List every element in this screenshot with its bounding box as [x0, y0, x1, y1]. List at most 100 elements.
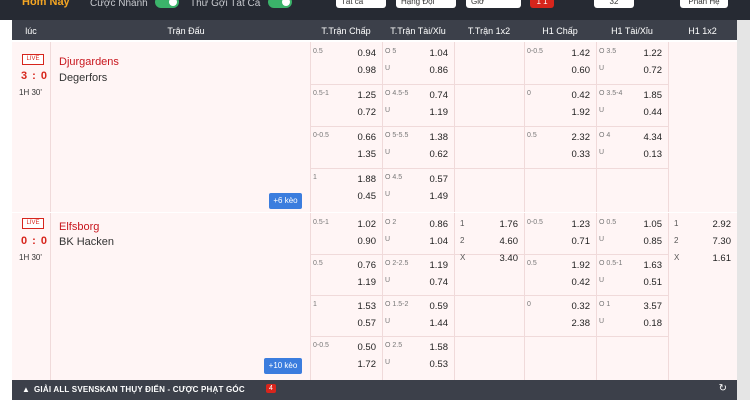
- odds-value-away[interactable]: 0.44: [644, 107, 663, 118]
- view-mode-button[interactable]: Phân Hệ: [680, 0, 728, 8]
- odds-value-away[interactable]: 0.53: [430, 359, 449, 370]
- odds-cell-h1-ou[interactable]: [596, 168, 668, 210]
- outcome-ft-1x2[interactable]: 2 4.60: [454, 236, 524, 250]
- odds-cell-h1-ou[interactable]: [596, 336, 668, 377]
- odds-value-home[interactable]: 1.92: [572, 260, 591, 271]
- league-select[interactable]: Hạng Đội: [396, 0, 456, 8]
- odds-value-away[interactable]: 0.45: [358, 191, 377, 202]
- odds-value-home[interactable]: 1.05: [644, 219, 663, 230]
- odds-value-away[interactable]: 0.51: [644, 277, 663, 288]
- odds-value-home[interactable]: 0.50: [358, 342, 377, 353]
- odds-value-away[interactable]: 0.13: [644, 149, 663, 160]
- odds-value-away[interactable]: 0.85: [644, 236, 663, 247]
- outcome-odds[interactable]: 2.92: [713, 219, 732, 230]
- outcome-odds[interactable]: 1.76: [500, 219, 519, 230]
- odds-value-away[interactable]: 0.60: [572, 65, 591, 76]
- outcome-odds[interactable]: 7.30: [713, 236, 732, 247]
- odds-cell-ft-hdp[interactable]: 0.5-1 1.25 0.72: [310, 84, 382, 126]
- outcome-odds[interactable]: 3.40: [500, 253, 519, 264]
- odds-cell-h1-hdp[interactable]: 0.5 2.32 0.33: [524, 126, 596, 168]
- odds-value-home[interactable]: 0.57: [430, 174, 449, 185]
- outcome-h1-1x2[interactable]: X 1.61: [668, 253, 737, 267]
- outcome-h1-1x2[interactable]: 2 7.30: [668, 236, 737, 250]
- odds-value-home[interactable]: 1.22: [644, 48, 663, 59]
- odds-cell-ft-hdp[interactable]: 1 1.53 0.57: [310, 295, 382, 336]
- odds-value-home[interactable]: 1.38: [430, 132, 449, 143]
- odds-value-home[interactable]: 1.19: [430, 260, 449, 271]
- odds-cell-h1-hdp[interactable]: [524, 336, 596, 377]
- more-odds-button[interactable]: +6 kèo: [269, 193, 302, 209]
- odds-cell-h1-hdp[interactable]: 0 0.32 2.38: [524, 295, 596, 336]
- outcome-h1-1x2[interactable]: 1 2.92: [668, 219, 737, 233]
- odds-value-home[interactable]: 0.32: [572, 301, 591, 312]
- live-count-button[interactable]: 1 1: [530, 0, 554, 8]
- odds-value-away[interactable]: 0.18: [644, 318, 663, 329]
- odds-cell-ft-ou[interactable]: O 2-2.5 1.19 0.74 U: [382, 254, 454, 295]
- odds-cell-ft-hdp[interactable]: 1 1.88 0.45: [310, 168, 382, 210]
- odds-value-away[interactable]: 0.72: [644, 65, 663, 76]
- odds-value-away[interactable]: 0.86: [430, 65, 449, 76]
- odds-value-away[interactable]: 1.44: [430, 318, 449, 329]
- odds-cell-ft-ou[interactable]: O 4.5-5 0.74 1.19 U: [382, 84, 454, 126]
- odds-value-home[interactable]: 1.02: [358, 219, 377, 230]
- quick-bet-toggle[interactable]: [155, 0, 179, 8]
- odds-value-home[interactable]: 0.59: [430, 301, 449, 312]
- odds-value-away[interactable]: 2.38: [572, 318, 591, 329]
- odds-cell-ft-ou[interactable]: O 1.5-2 0.59 1.44 U: [382, 295, 454, 336]
- away-team[interactable]: BK Hacken: [59, 236, 114, 248]
- odds-value-home[interactable]: 1.04: [430, 48, 449, 59]
- odds-value-home[interactable]: 1.88: [358, 174, 377, 185]
- odds-value-home[interactable]: 0.74: [430, 90, 449, 101]
- odds-cell-h1-ou[interactable]: O 3.5 1.22 0.72 U: [596, 42, 668, 84]
- more-odds-button[interactable]: +10 kèo: [264, 358, 302, 374]
- count-button[interactable]: 32: [594, 0, 634, 8]
- odds-value-home[interactable]: 1.23: [572, 219, 591, 230]
- away-team[interactable]: Degerfors: [59, 72, 107, 84]
- odds-cell-ft-ou[interactable]: O 2 0.86 1.04 U: [382, 213, 454, 254]
- odds-cell-h1-ou[interactable]: O 4 4.34 0.13 U: [596, 126, 668, 168]
- odds-value-away[interactable]: 0.90: [358, 236, 377, 247]
- odds-value-away[interactable]: 0.62: [430, 149, 449, 160]
- outcome-odds[interactable]: 4.60: [500, 236, 519, 247]
- odds-value-home[interactable]: 3.57: [644, 301, 663, 312]
- odds-value-away[interactable]: 1.72: [358, 359, 377, 370]
- odds-cell-ft-hdp[interactable]: 0.5 0.94 0.98: [310, 42, 382, 84]
- odds-value-away[interactable]: 0.98: [358, 65, 377, 76]
- odds-value-away[interactable]: 1.35: [358, 149, 377, 160]
- odds-value-away[interactable]: 0.57: [358, 318, 377, 329]
- scrollbar-track[interactable]: [737, 20, 750, 380]
- odds-value-home[interactable]: 0.42: [572, 90, 591, 101]
- odds-cell-h1-hdp[interactable]: 0-0.5 1.42 0.60: [524, 42, 596, 84]
- odds-cell-h1-hdp[interactable]: 0.5 1.92 0.42: [524, 254, 596, 295]
- outcome-ft-1x2[interactable]: 1 1.76: [454, 219, 524, 233]
- odds-value-away[interactable]: 1.19: [358, 277, 377, 288]
- odds-cell-ft-hdp[interactable]: 0-0.5 0.66 1.35: [310, 126, 382, 168]
- odds-cell-ft-ou[interactable]: O 5-5.5 1.38 0.62 U: [382, 126, 454, 168]
- time-select[interactable]: Giờ: [466, 0, 521, 8]
- odds-cell-ft-ou[interactable]: O 4.5 0.57 1.49 U: [382, 168, 454, 210]
- odds-value-home[interactable]: 4.34: [644, 132, 663, 143]
- odds-value-home[interactable]: 1.63: [644, 260, 663, 271]
- odds-value-home[interactable]: 0.76: [358, 260, 377, 271]
- odds-cell-ft-hdp[interactable]: 0.5-1 1.02 0.90: [310, 213, 382, 254]
- odds-value-away[interactable]: 1.49: [430, 191, 449, 202]
- chevron-up-icon[interactable]: ▲: [22, 385, 30, 394]
- odds-value-home[interactable]: 1.42: [572, 48, 591, 59]
- odds-cell-ft-ou[interactable]: O 2.5 1.58 0.53 U: [382, 336, 454, 377]
- odds-value-away[interactable]: 0.33: [572, 149, 591, 160]
- odds-value-home[interactable]: 1.85: [644, 90, 663, 101]
- odds-cell-h1-hdp[interactable]: [524, 168, 596, 210]
- odds-value-home[interactable]: 0.86: [430, 219, 449, 230]
- odds-value-home[interactable]: 1.25: [358, 90, 377, 101]
- odds-value-home[interactable]: 1.58: [430, 342, 449, 353]
- odds-value-home[interactable]: 2.32: [572, 132, 591, 143]
- home-team[interactable]: Elfsborg: [59, 221, 99, 233]
- odds-value-away[interactable]: 0.42: [572, 277, 591, 288]
- odds-value-home[interactable]: 0.94: [358, 48, 377, 59]
- odds-value-away[interactable]: 1.92: [572, 107, 591, 118]
- league-header-bar[interactable]: ▲ GIẢI ALL SVENSKAN THỤY ĐIỂN - CƯỢC PHẠ…: [12, 380, 737, 400]
- sort-select[interactable]: Tất cả: [336, 0, 386, 8]
- odds-cell-h1-ou[interactable]: O 3.5-4 1.85 0.44 U: [596, 84, 668, 126]
- odds-value-away[interactable]: 1.04: [430, 236, 449, 247]
- refresh-icon[interactable]: ↻: [719, 383, 727, 394]
